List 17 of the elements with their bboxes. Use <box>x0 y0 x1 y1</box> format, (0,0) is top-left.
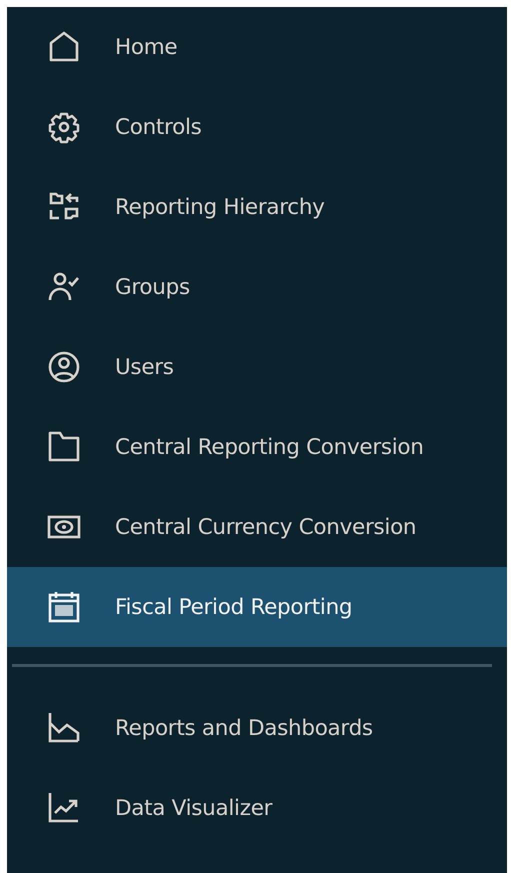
area-chart-icon <box>47 711 81 745</box>
trend-chart-icon <box>47 791 81 825</box>
gear-icon <box>47 110 81 144</box>
sidebar-item[interactable]: Groups <box>7 247 507 327</box>
sidebar-item[interactable]: Users <box>7 327 507 407</box>
sidebar-item[interactable]: Central Reporting Conversion <box>7 407 507 487</box>
calendar-icon <box>47 590 81 624</box>
sidebar-item[interactable]: Reports and Dashboards <box>7 688 507 768</box>
user-circle-icon <box>47 350 81 384</box>
sidebar-item[interactable]: Central Currency Conversion <box>7 487 507 567</box>
folder-icon <box>47 430 81 464</box>
sidebar-item[interactable]: Controls <box>7 87 507 167</box>
sidebar-item[interactable]: Fiscal Period Reporting <box>7 567 507 647</box>
sidebar-item[interactable]: Home <box>7 7 507 87</box>
sidebar-item[interactable]: Reporting Hierarchy <box>7 167 507 247</box>
sidebar-item[interactable]: Data Visualizer <box>7 768 507 848</box>
home-icon <box>47 30 81 64</box>
